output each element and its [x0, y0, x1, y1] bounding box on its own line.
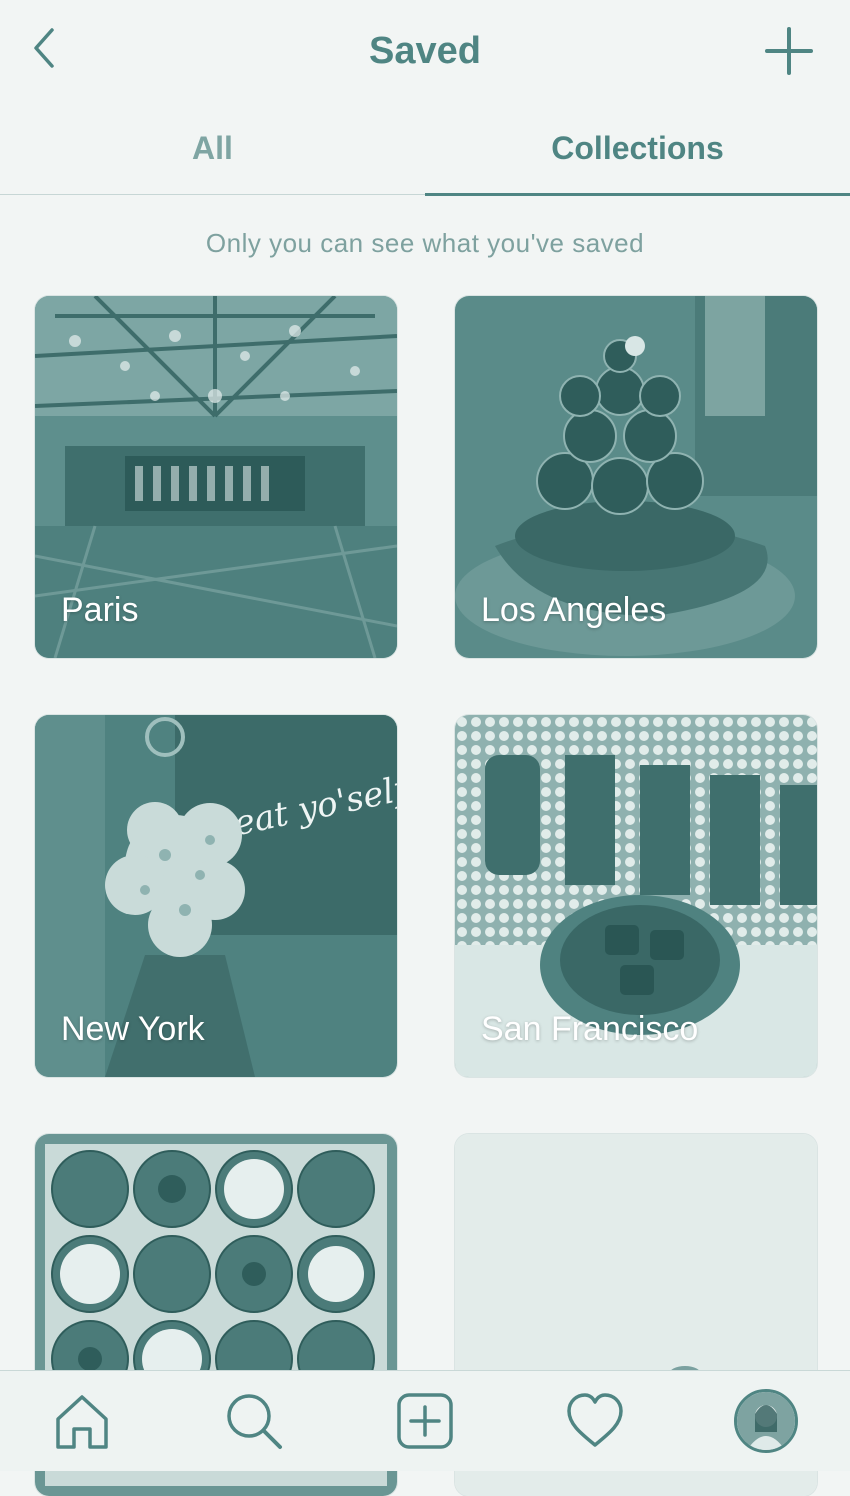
home-icon	[56, 1395, 108, 1449]
heart-icon	[567, 1393, 623, 1447]
nav-home[interactable]	[50, 1389, 114, 1453]
nav-activity[interactable]	[563, 1389, 627, 1453]
collection-card-los-angeles[interactable]: Los Angeles	[455, 296, 817, 658]
add-post-icon	[397, 1393, 453, 1449]
nav-profile[interactable]	[734, 1389, 798, 1453]
collection-card-paris[interactable]: Paris	[35, 296, 397, 658]
collection-name: New York	[61, 1010, 205, 1048]
collection-card-san-francisco[interactable]: San Francisco	[455, 715, 817, 1077]
nav-search[interactable]	[222, 1389, 286, 1453]
collection-card-new-york[interactable]: Treat yo'self New York	[35, 715, 397, 1077]
profile-avatar	[734, 1389, 798, 1453]
collection-name: Paris	[61, 591, 139, 629]
avatar-image	[737, 1392, 795, 1450]
collection-name: San Francisco	[481, 1010, 699, 1048]
collection-name: Los Angeles	[481, 591, 667, 629]
search-icon	[227, 1394, 282, 1449]
collections-grid: Paris Los Angeles Treat yo'self New York…	[0, 0, 850, 1496]
bottom-nav	[0, 1370, 850, 1471]
nav-add-post[interactable]	[393, 1389, 457, 1453]
